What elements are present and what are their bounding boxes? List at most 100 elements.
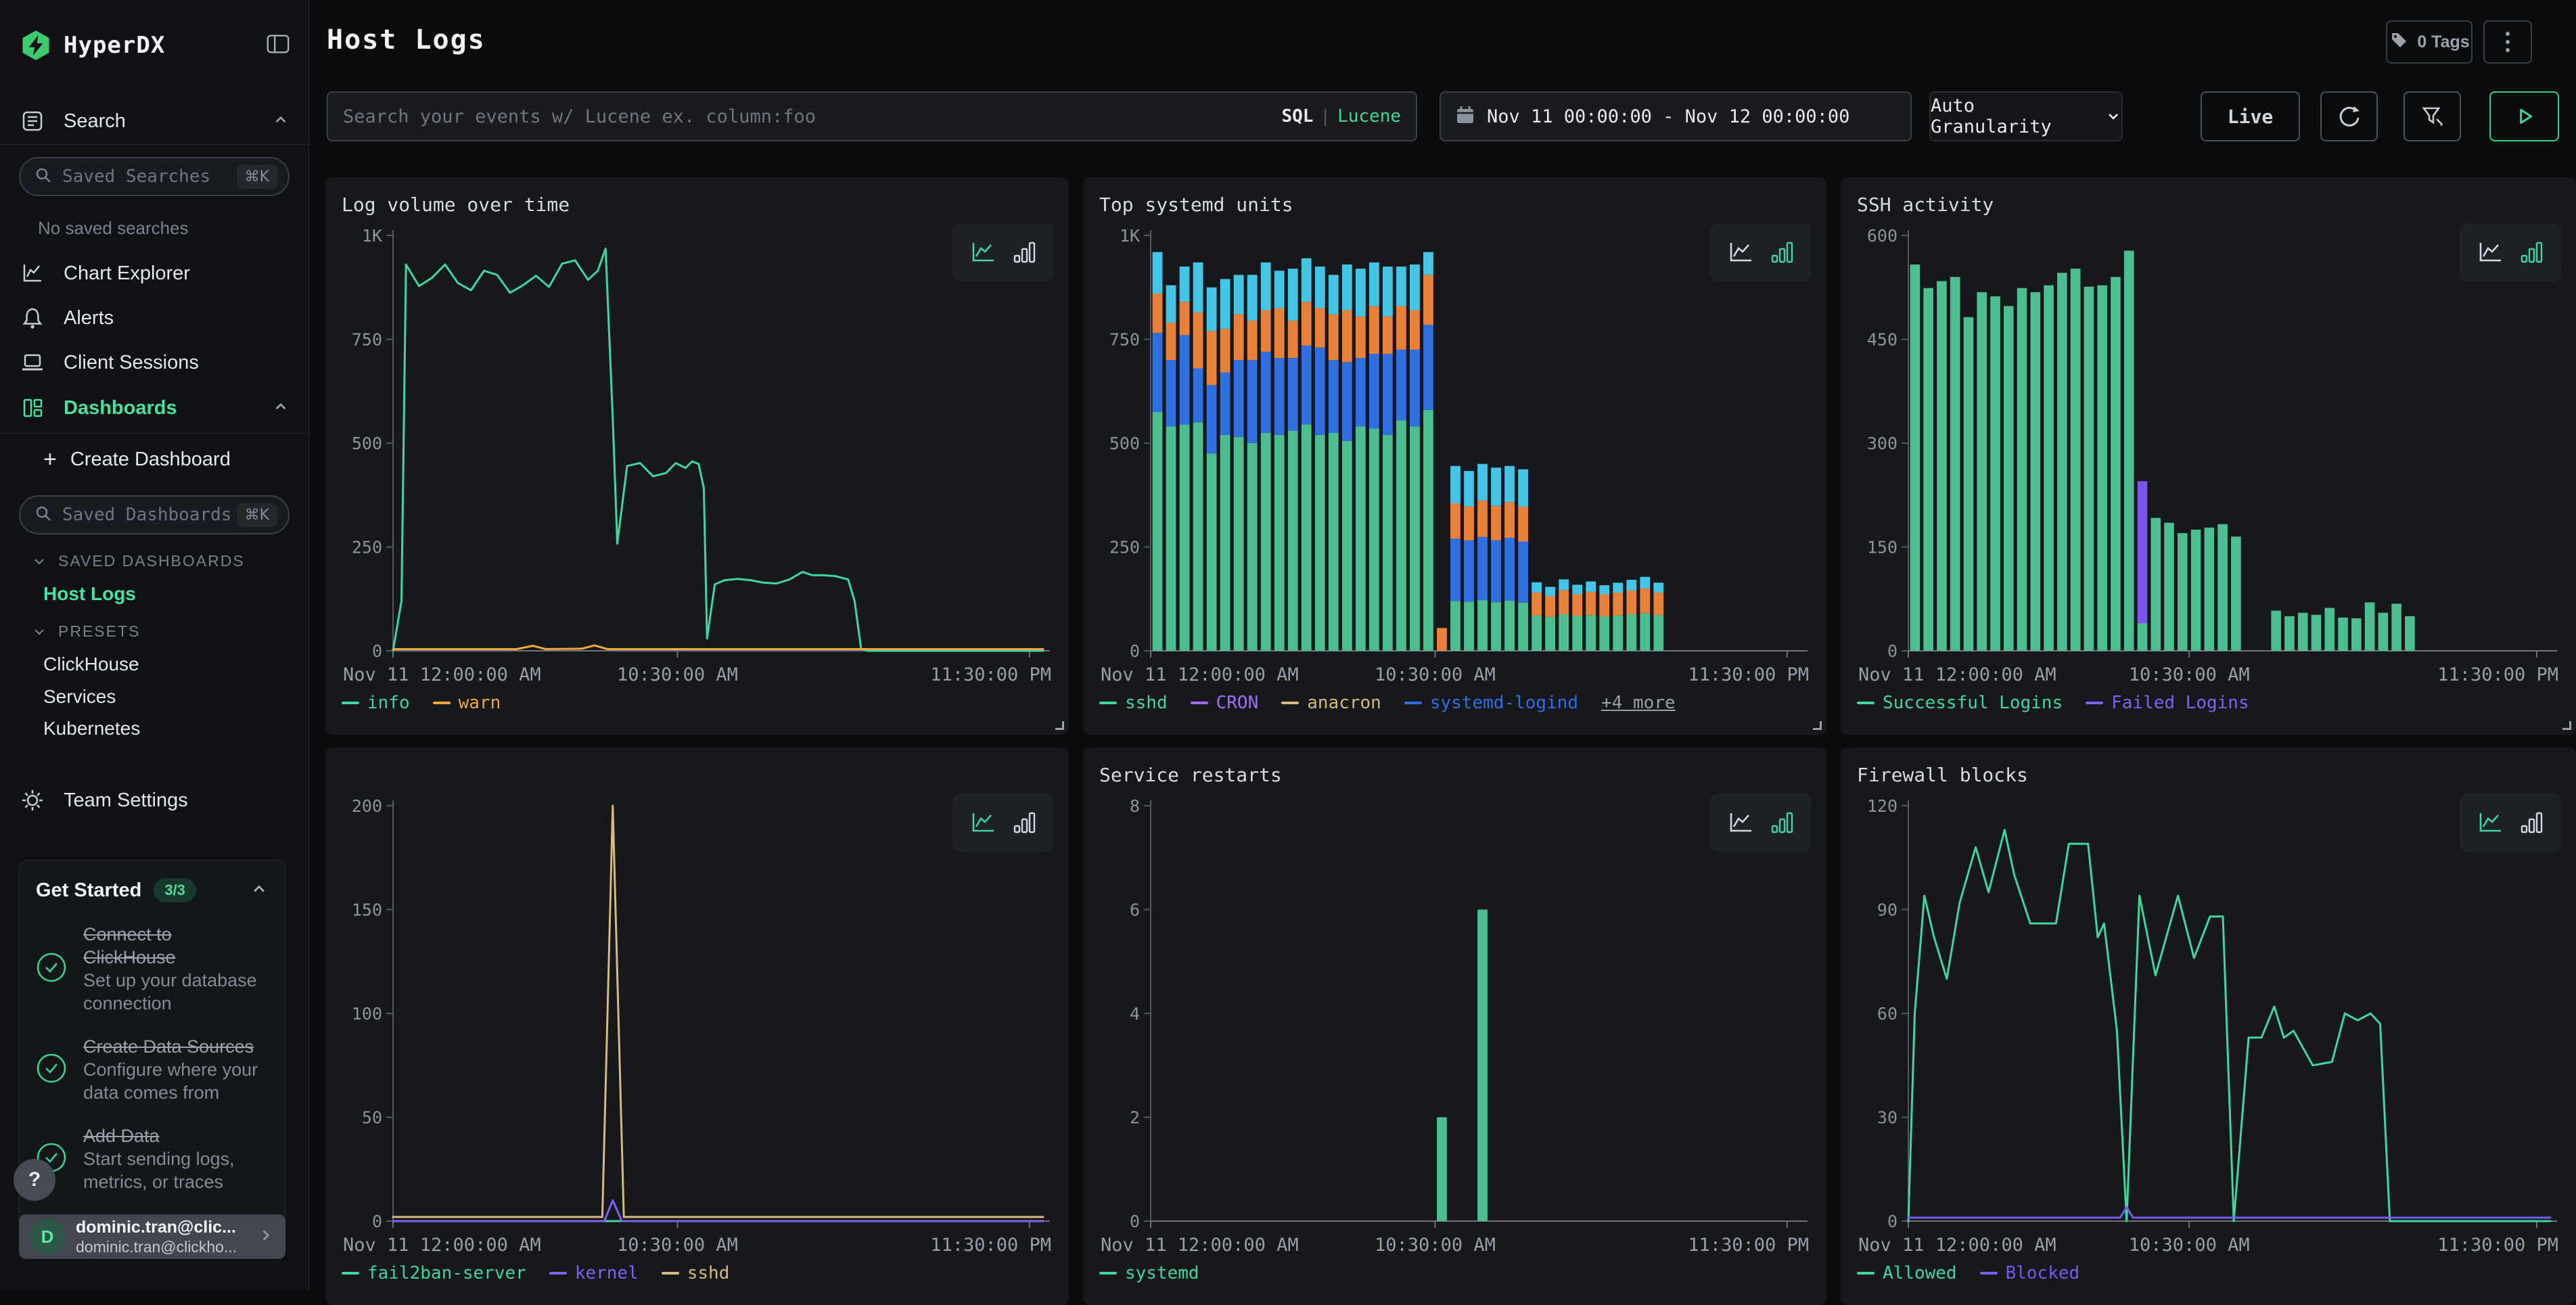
sidebar-item-services[interactable]: Services [43,686,116,708]
resize-handle[interactable] [1813,721,1822,730]
tag-icon [2389,30,2409,55]
legend-item[interactable]: sshd [662,1263,730,1283]
more-menu-button[interactable] [2483,20,2532,64]
line-view-icon[interactable] [969,810,996,835]
bar-view-icon[interactable] [1013,239,1037,265]
chart-plot[interactable]: 1K7505002500Nov 11 12:00:00 AM10:30:00 A… [342,223,1053,689]
live-button[interactable]: Live [2201,91,2300,141]
date-range-picker[interactable]: Nov 11 00:00:00 - Nov 12 00:00:00 [1440,91,1912,141]
date-range-value: Nov 11 00:00:00 - Nov 12 00:00:00 [1487,106,1849,127]
nav-chart-explorer[interactable]: Chart Explorer [0,254,308,293]
lucene-toggle[interactable]: Lucene [1337,106,1401,127]
legend-item[interactable]: Blocked [1980,1263,2080,1283]
bar-view-icon[interactable] [2520,239,2544,265]
granularity-select[interactable]: Auto Granularity [1929,91,2123,141]
chart-plot[interactable]: 6004503001500Nov 11 12:00:00 AM10:30:00 … [1857,223,2560,689]
saved-searches-input[interactable]: Saved Searches ⌘K [19,157,290,196]
chevron-up-icon[interactable] [250,879,269,902]
nav-alerts[interactable]: Alerts [0,298,308,338]
chart-plot[interactable]: 200150100500Nov 11 12:00:00 AM10:30:00 A… [342,794,1053,1259]
chart-card-ssh-activity: SSH activity 6004503001500Nov 11 12:00:0… [1841,177,2576,735]
legend-item[interactable]: Failed Logins [2086,693,2249,713]
bar-view-icon[interactable] [1770,239,1795,265]
saved-dashboards-input[interactable]: Saved Dashboards ⌘K [19,495,290,534]
line-view-icon[interactable] [2477,810,2504,835]
svg-text:30: 30 [1877,1108,1898,1128]
chart-view-toggle [2460,794,2561,852]
filter-button[interactable] [2404,91,2461,141]
line-view-icon[interactable] [1727,239,1754,265]
legend-item[interactable]: anacron [1281,693,1381,713]
line-view-icon[interactable] [1727,810,1754,835]
legend-item[interactable]: systemd [1099,1263,1199,1283]
presets-section[interactable]: PRESETS [31,622,140,641]
legend-item[interactable]: Allowed [1857,1263,1957,1283]
svg-text:0: 0 [1887,641,1898,661]
refresh-icon [2337,104,2362,129]
chart-view-toggle [952,223,1054,281]
sql-toggle[interactable]: SQL [1281,106,1313,127]
chart-card-service-restarts: Service restarts 86420Nov 11 12:00:00 AM… [1083,748,1826,1305]
svg-text:250: 250 [1109,538,1140,557]
run-query-button[interactable] [2489,91,2559,141]
bell-icon [19,304,49,331]
nav-team-settings[interactable]: Team Settings [0,781,308,820]
nav-client-sessions[interactable]: Client Sessions [0,343,308,382]
bar-view-icon[interactable] [2520,810,2544,835]
line-view-icon[interactable] [2477,239,2504,265]
user-menu[interactable]: D dominic.tran@clic... dominic.tran@clic… [19,1214,285,1259]
event-search-input[interactable]: Search your events w/ Lucene ex. column:… [327,91,1417,141]
shortcut-badge: ⌘K [237,165,277,189]
svg-text:0: 0 [1887,1212,1898,1231]
legend-item[interactable]: systemd-logind [1404,693,1578,713]
tags-button[interactable]: 0 Tags [2386,20,2472,64]
gear-icon [19,787,49,814]
svg-text:750: 750 [352,330,382,350]
nav-search[interactable]: Search [0,101,308,141]
get-started-step[interactable]: Create Data Sources Configure where your… [36,1035,269,1104]
resize-handle[interactable] [1055,721,1064,730]
nav-item-label: Alerts [64,307,290,329]
play-icon [2513,105,2536,128]
legend-more-link[interactable]: +4 more [1601,693,1676,713]
sidebar-collapse-icon[interactable] [265,31,291,60]
svg-text:Nov 11 12:00:00 AM: Nov 11 12:00:00 AM [1858,1235,2056,1256]
chart-legend: Allowed Blocked [1857,1263,2560,1283]
saved-dashboards-section[interactable]: SAVED DASHBOARDS [31,552,245,570]
get-started-step[interactable]: Connect to ClickHouse Set up your databa… [36,923,269,1015]
resize-handle[interactable] [2562,721,2571,730]
legend-item[interactable]: CRON [1191,693,1259,713]
refresh-button[interactable] [2320,91,2378,141]
svg-text:0: 0 [1130,1212,1140,1231]
chart-view-toggle [1710,794,1812,852]
chart-plot[interactable]: 86420Nov 11 12:00:00 AM10:30:00 AM11:30:… [1099,794,1810,1259]
legend-item[interactable]: fail2ban-server [342,1263,526,1283]
legend-item[interactable]: info [342,693,410,713]
legend-item[interactable]: sshd [1099,693,1168,713]
step-title: Create Data Sources [83,1035,266,1058]
svg-text:500: 500 [1109,434,1140,453]
bar-view-icon[interactable] [1770,810,1795,835]
legend-item[interactable]: Successful Logins [1857,693,2063,713]
svg-text:750: 750 [1109,330,1140,350]
legend-item[interactable]: kernel [549,1263,639,1283]
get-started-progress-badge: 3/3 [154,878,196,902]
line-view-icon[interactable] [969,239,996,265]
chart-plot[interactable]: 1K7505002500Nov 11 12:00:00 AM10:30:00 A… [1099,223,1810,689]
svg-text:10:30:00 AM: 10:30:00 AM [1375,1235,1496,1256]
sidebar-item-clickhouse[interactable]: ClickHouse [43,654,139,675]
help-button[interactable]: ? [14,1159,55,1201]
chevron-down-icon [31,553,47,570]
plus-icon: + [43,447,57,473]
sidebar-item-host-logs[interactable]: Host Logs [43,583,136,605]
bar-view-icon[interactable] [1013,810,1037,835]
create-dashboard-button[interactable]: + Create Dashboard [43,447,231,473]
legend-item[interactable]: warn [433,693,501,713]
chart-plot[interactable]: 1209060300Nov 11 12:00:00 AM10:30:00 AM1… [1857,794,2560,1259]
laptop-icon [19,349,49,376]
check-circle-icon [36,952,67,986]
sidebar-item-kubernetes[interactable]: Kubernetes [43,718,140,739]
get-started-step[interactable]: Add Data Start sending logs, metrics, or… [36,1124,269,1193]
step-title: Connect to ClickHouse [83,923,266,969]
nav-dashboards[interactable]: Dashboards [0,388,308,428]
